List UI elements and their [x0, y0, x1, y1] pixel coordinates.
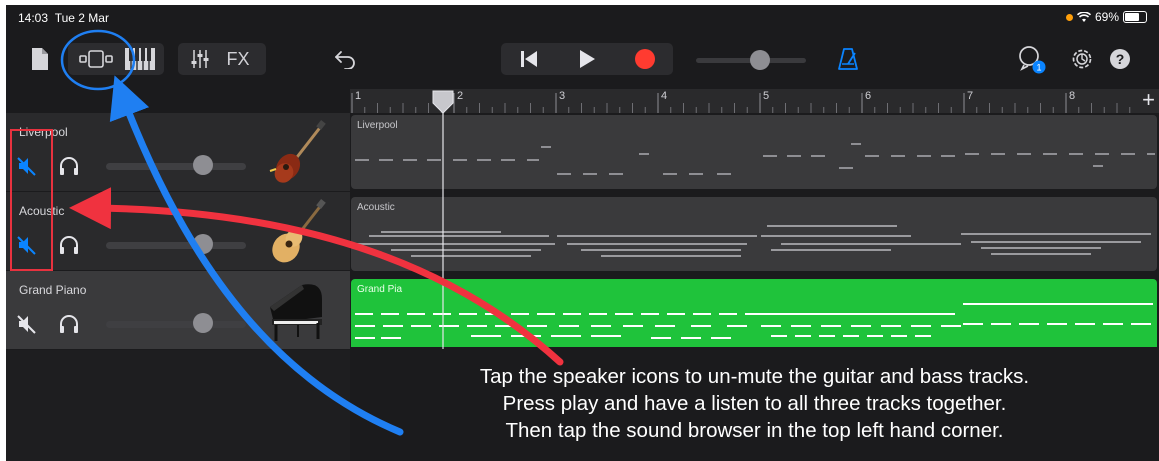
- speaker-muted-icon[interactable]: [16, 234, 38, 256]
- loop-badge: 1: [1036, 63, 1041, 73]
- ruler-ticks: [351, 93, 1131, 113]
- bar-number: 8: [1069, 90, 1076, 102]
- instruction-line-1: Tap the speaker icons to un-mute the gui…: [479, 365, 1030, 388]
- gear-icon: [1072, 49, 1092, 69]
- loop-icon: 1: [1019, 46, 1046, 74]
- grand-piano-icon: [270, 284, 322, 341]
- midi-notes: [355, 303, 1153, 339]
- instruction-line-3: Then tap the sound browser in the top le…: [505, 419, 1004, 442]
- document-icon: [32, 48, 48, 70]
- play-button[interactable]: [567, 47, 607, 71]
- mic-indicator-icon: [1065, 13, 1073, 21]
- help-icon: ?: [1110, 49, 1130, 69]
- headphones-icon[interactable]: [58, 155, 80, 177]
- control-bar: FX 1 ?: [6, 31, 1159, 89]
- bar-number: 2: [457, 90, 464, 102]
- track-controls-button[interactable]: [188, 48, 212, 70]
- timeline-ruler[interactable]: 1 2 3 4 5 6 7 8 +: [350, 89, 1159, 113]
- skip-back-icon: [521, 51, 537, 67]
- bar-number: 5: [763, 90, 770, 102]
- transport-controls: [501, 43, 673, 75]
- loop-browser-button[interactable]: 1: [1016, 44, 1046, 74]
- record-button[interactable]: [625, 47, 665, 71]
- garageband-screen: 14:03 Tue 2 Mar 69% FX 1 ? 1 2 3 4 5 6 7…: [6, 5, 1159, 461]
- track-volume-slider[interactable]: [106, 321, 246, 328]
- track-volume-knob[interactable]: [193, 234, 213, 254]
- wifi-icon: [1076, 11, 1091, 22]
- fx-button[interactable]: FX: [220, 45, 256, 73]
- piano-keys-icon: [125, 48, 155, 70]
- track-volume-slider[interactable]: [106, 163, 246, 170]
- track-volume-slider[interactable]: [106, 242, 246, 249]
- status-time: 14:03: [18, 11, 49, 25]
- my-songs-button[interactable]: [28, 44, 52, 74]
- undo-icon: [335, 51, 355, 69]
- track-name: Liverpool: [19, 125, 68, 139]
- browser-icon: [79, 50, 113, 68]
- keyboard-button[interactable]: [123, 46, 157, 72]
- track-header-liverpool[interactable]: Liverpool: [6, 113, 350, 192]
- bar-number: 6: [865, 90, 872, 102]
- sliders-icon: [191, 50, 209, 68]
- metronome-icon: [838, 48, 858, 70]
- region-acoustic[interactable]: Acoustic: [351, 197, 1157, 271]
- track-headers: Liverpool Acoustic Grand Piano: [6, 113, 350, 461]
- metronome-button[interactable]: [834, 45, 862, 73]
- track-header-acoustic[interactable]: Acoustic: [6, 192, 350, 271]
- track-lanes: Liverpool Acoustic Grand Pia: [350, 113, 1159, 353]
- bar-number: 1: [355, 90, 362, 102]
- playhead[interactable]: [431, 89, 455, 349]
- track-name: Acoustic: [19, 204, 65, 218]
- help-button[interactable]: ?: [1107, 46, 1133, 72]
- bar-number: 4: [661, 90, 668, 102]
- battery-icon: [1123, 11, 1147, 23]
- bar-number: 7: [967, 90, 974, 102]
- instruction-line-2: Press play and have a listen to all thre…: [502, 392, 1007, 415]
- headphones-icon[interactable]: [58, 313, 80, 335]
- track-volume-knob[interactable]: [193, 313, 213, 333]
- track-header-grand-piano[interactable]: Grand Piano: [6, 271, 350, 350]
- undo-button[interactable]: [332, 47, 358, 71]
- midi-notes: [355, 143, 1155, 175]
- region-liverpool[interactable]: Liverpool: [351, 115, 1157, 189]
- speaker-muted-icon[interactable]: [16, 313, 38, 335]
- bass-guitar-icon: [269, 120, 326, 183]
- record-icon: [635, 49, 655, 69]
- track-name: Grand Piano: [19, 283, 87, 297]
- settings-button[interactable]: [1068, 45, 1096, 73]
- midi-notes: [355, 225, 1151, 257]
- bar-number: 3: [559, 90, 566, 102]
- add-section-button[interactable]: +: [1142, 89, 1155, 111]
- go-to-beginning-button[interactable]: [509, 47, 549, 71]
- battery-percent: 69%: [1094, 10, 1119, 24]
- master-volume-knob[interactable]: [750, 50, 770, 70]
- region-grand-piano[interactable]: Grand Pia: [351, 279, 1157, 351]
- tracks-view-button[interactable]: [78, 48, 114, 70]
- instruction-caption: Tap the speaker icons to un-mute the gui…: [350, 363, 1159, 444]
- speaker-muted-icon[interactable]: [16, 155, 38, 177]
- track-volume-knob[interactable]: [193, 155, 213, 175]
- play-icon: [580, 50, 595, 68]
- svg-text:?: ?: [1116, 51, 1125, 67]
- status-date: Tue 2 Mar: [54, 11, 109, 25]
- headphones-icon[interactable]: [58, 234, 80, 256]
- acoustic-guitar-icon: [272, 199, 326, 263]
- status-bar: 14:03 Tue 2 Mar 69%: [6, 5, 1159, 31]
